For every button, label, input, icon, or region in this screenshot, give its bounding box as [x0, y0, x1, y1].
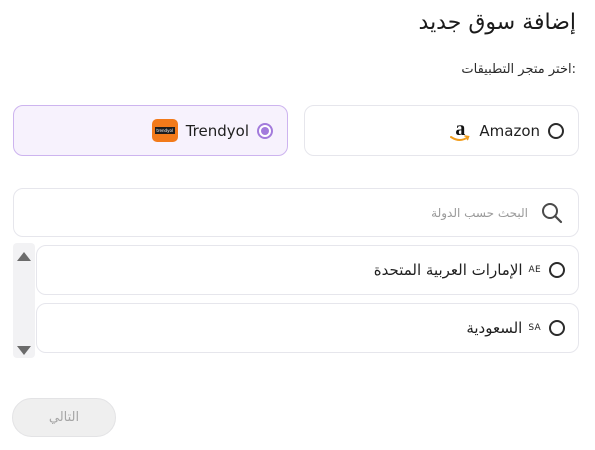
- search-icon: [542, 202, 563, 223]
- store-radio-amazon[interactable]: [548, 122, 564, 139]
- search-box: [13, 188, 579, 237]
- store-option-amazon[interactable]: a Amazon: [304, 105, 579, 156]
- country-radio-sa[interactable]: [549, 320, 565, 336]
- store-prompt-label: :اختر متجر التطبيقات: [461, 62, 576, 77]
- trendyol-logo-icon: trendyol: [151, 119, 178, 142]
- next-button[interactable]: التالي: [12, 398, 116, 437]
- amazon-logo-icon: a: [449, 119, 471, 143]
- store-option-trendyol[interactable]: trendyol Trendyol: [13, 105, 288, 156]
- country-option-sa[interactable]: السعودية SA: [36, 303, 579, 353]
- store-radio-trendyol[interactable]: [257, 122, 273, 139]
- country-name: الإمارات العربية المتحدة: [373, 261, 523, 279]
- scroll-down-icon[interactable]: [17, 346, 31, 355]
- store-name-amazon: Amazon: [479, 121, 540, 140]
- page-title: إضافة سوق جديد: [418, 10, 576, 35]
- scrollbar[interactable]: [13, 243, 35, 358]
- country-option-ae[interactable]: الإمارات العربية المتحدة AE: [36, 245, 579, 295]
- country-code: SA: [528, 323, 541, 333]
- store-name-trendyol: Trendyol: [185, 121, 249, 140]
- scroll-up-icon[interactable]: [17, 252, 31, 261]
- country-code: AE: [528, 265, 541, 275]
- country-name: السعودية: [466, 319, 523, 337]
- country-radio-ae[interactable]: [549, 262, 565, 278]
- search-input[interactable]: [48, 205, 528, 220]
- country-list: الإمارات العربية المتحدة AE السعودية SA: [13, 243, 579, 358]
